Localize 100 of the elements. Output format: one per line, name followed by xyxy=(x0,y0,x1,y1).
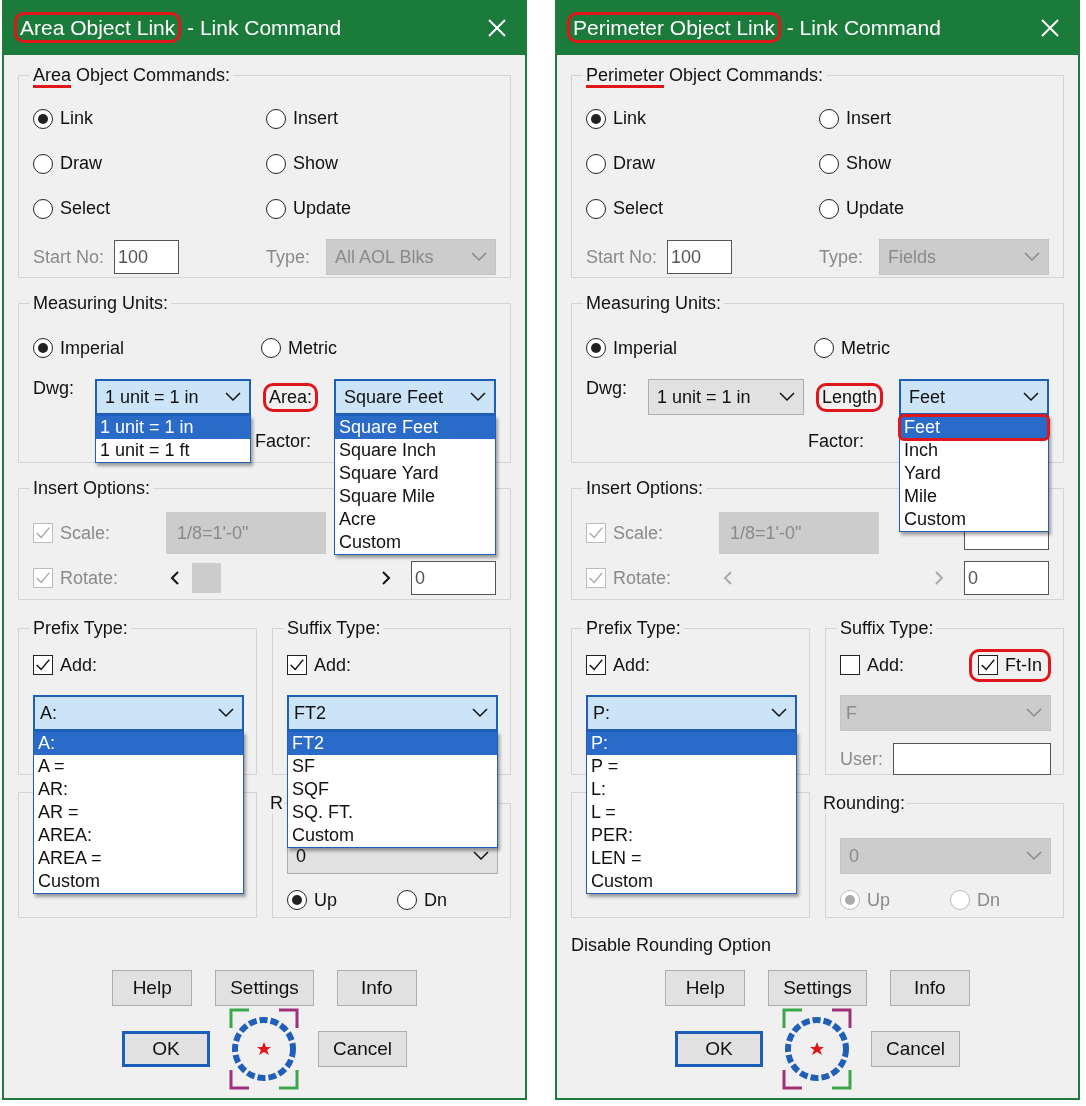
field-label: Dwg: xyxy=(586,378,628,399)
dropdown-option[interactable]: Custom xyxy=(587,870,796,893)
dialog-button[interactable]: Help xyxy=(665,970,746,1006)
dropdown-option[interactable]: Mile xyxy=(900,485,1048,508)
radio-button[interactable] xyxy=(814,338,834,358)
dropdown-option[interactable]: PER: xyxy=(587,824,796,847)
dropdown-option[interactable]: Custom xyxy=(900,508,1048,531)
dropdown-option[interactable]: Square Feet xyxy=(335,416,495,439)
radio-label[interactable]: Metric xyxy=(288,337,337,359)
dropdown-option[interactable]: AR: xyxy=(34,778,243,801)
radio-label[interactable]: Update xyxy=(846,198,905,219)
radio-label[interactable]: Show xyxy=(846,153,892,174)
dialog-button[interactable]: Settings xyxy=(215,970,314,1006)
dropdown-option[interactable]: L: xyxy=(587,778,796,801)
checkbox[interactable] xyxy=(586,655,606,675)
radio-label[interactable]: Up xyxy=(314,889,337,911)
checkbox[interactable] xyxy=(33,655,53,675)
dropdown-option[interactable]: A: xyxy=(34,732,243,755)
radio-label[interactable]: Update xyxy=(293,198,352,219)
radio-button[interactable] xyxy=(266,198,286,219)
radio-button[interactable] xyxy=(586,108,606,129)
radio-label[interactable]: Imperial xyxy=(60,337,125,359)
close-icon[interactable] xyxy=(487,17,507,38)
dropdown-option[interactable]: SQF xyxy=(288,778,497,801)
user-field[interactable] xyxy=(893,743,1051,775)
drawing-scale-dropdown[interactable]: 1 unit = 1 in xyxy=(95,379,251,415)
dialog-button[interactable]: Info xyxy=(889,970,970,1006)
prefix-dropdown[interactable]: P: xyxy=(586,695,797,731)
dropdown-option[interactable]: 1 unit = 1 in xyxy=(96,416,250,439)
checkbox-label[interactable]: Add: xyxy=(613,654,651,676)
radio-label[interactable]: Show xyxy=(293,153,339,174)
dropdown-option[interactable]: Inch xyxy=(900,439,1048,462)
radio-label[interactable]: Select xyxy=(60,198,111,219)
checkbox-label[interactable]: Add: xyxy=(314,654,352,676)
suffix-dropdown[interactable]: FT2 xyxy=(287,695,498,731)
dropdown-option[interactable]: 1 unit = 1 ft xyxy=(96,439,250,462)
dropdown-option[interactable]: P: xyxy=(587,732,796,755)
radio-button[interactable] xyxy=(586,338,606,358)
dropdown-option[interactable]: Yard xyxy=(900,462,1048,485)
dropdown-option[interactable]: P = xyxy=(587,755,796,778)
radio-label[interactable]: Link xyxy=(60,108,94,129)
radio-button[interactable] xyxy=(819,153,839,174)
radio-button[interactable] xyxy=(586,153,606,174)
radio-button[interactable] xyxy=(261,338,281,358)
dropdown-option[interactable]: L = xyxy=(587,801,796,824)
dropdown-option[interactable]: AREA = xyxy=(34,847,243,870)
radio-button[interactable] xyxy=(266,153,286,174)
dropdown-option[interactable]: AR = xyxy=(34,801,243,824)
radio-label[interactable]: Link xyxy=(613,108,647,129)
unit-dropdown[interactable]: Feet xyxy=(899,379,1049,415)
radio-label[interactable]: Select xyxy=(613,198,664,219)
dropdown-option[interactable]: SQ. FT. xyxy=(288,801,497,824)
radio-button[interactable] xyxy=(287,890,307,910)
radio-button[interactable] xyxy=(586,198,606,219)
radio-label[interactable]: Metric xyxy=(841,337,890,359)
radio-button[interactable] xyxy=(819,198,839,219)
dropdown-option[interactable]: SF xyxy=(288,755,497,778)
dropdown-option[interactable]: Square Mile xyxy=(335,485,495,508)
checkbox-label[interactable]: Ft-In xyxy=(1005,654,1042,676)
dropdown-option[interactable]: Custom xyxy=(34,870,243,893)
radio-label[interactable]: Insert xyxy=(293,108,339,129)
radio-label[interactable]: Insert xyxy=(846,108,892,129)
cancel-button[interactable]: Cancel xyxy=(870,1031,961,1067)
prefix-dropdown[interactable]: A: xyxy=(33,695,244,731)
radio-button[interactable] xyxy=(33,198,53,219)
cancel-button[interactable]: Cancel xyxy=(317,1031,408,1067)
dialog-button[interactable]: Help xyxy=(112,970,193,1006)
unit-dropdown[interactable]: Square Feet xyxy=(334,379,496,415)
checkbox-label[interactable]: Add: xyxy=(60,654,98,676)
checkbox[interactable] xyxy=(840,655,860,675)
checkbox-label[interactable]: Add: xyxy=(867,654,905,676)
radio-label[interactable]: Draw xyxy=(613,153,655,174)
drawing-scale-dropdown[interactable]: 1 unit = 1 in xyxy=(648,379,804,415)
radio-label[interactable]: Draw xyxy=(60,153,102,174)
checkbox[interactable] xyxy=(287,655,307,675)
radio-button[interactable] xyxy=(33,108,53,129)
dialog-button[interactable]: Settings xyxy=(768,970,867,1006)
checkbox[interactable] xyxy=(978,655,998,675)
radio-label[interactable]: Dn xyxy=(424,889,447,911)
close-icon[interactable] xyxy=(1040,17,1060,38)
radio-button[interactable] xyxy=(266,108,286,129)
radio-button[interactable] xyxy=(33,153,53,174)
dropdown-option[interactable]: Feet xyxy=(900,416,1048,439)
ok-button[interactable]: OK xyxy=(121,1031,210,1067)
dropdown-option[interactable]: Square Yard xyxy=(335,462,495,485)
dropdown-option[interactable]: Square Inch xyxy=(335,439,495,462)
dropdown-option[interactable]: FT2 xyxy=(288,732,497,755)
dropdown-option[interactable]: Acre xyxy=(335,508,495,531)
dropdown-option[interactable]: Custom xyxy=(335,531,495,554)
dropdown-option[interactable]: A = xyxy=(34,755,243,778)
chevron-icon xyxy=(1026,708,1042,718)
dialog-button[interactable]: Info xyxy=(336,970,417,1006)
ok-button[interactable]: OK xyxy=(674,1031,763,1067)
radio-button[interactable] xyxy=(33,338,53,358)
radio-button[interactable] xyxy=(819,108,839,129)
dropdown-option[interactable]: AREA: xyxy=(34,824,243,847)
radio-button[interactable] xyxy=(397,890,417,910)
dropdown-option[interactable]: LEN = xyxy=(587,847,796,870)
chevron-icon xyxy=(218,708,234,718)
radio-label[interactable]: Imperial xyxy=(613,337,678,359)
